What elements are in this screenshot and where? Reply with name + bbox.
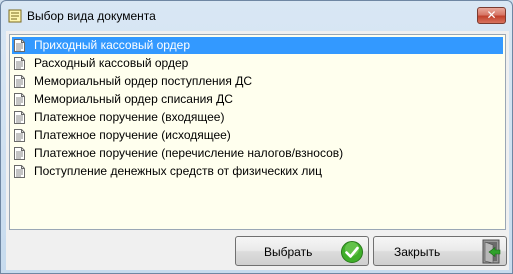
- document-list-icon: [8, 9, 22, 23]
- document-type-list[interactable]: Приходный кассовый ордер Расходный кассов…: [9, 34, 506, 230]
- list-item[interactable]: Расходный кассовый ордер: [12, 55, 503, 72]
- list-item-label: Поступление денежных средств от физическ…: [34, 164, 322, 178]
- dialog-body: Приходный кассовый ордер Расходный кассов…: [6, 31, 509, 270]
- checkmark-icon: [340, 240, 364, 267]
- document-icon: [14, 111, 25, 124]
- list-item[interactable]: Мемориальный ордер списания ДС: [12, 91, 503, 108]
- list-item[interactable]: Мемориальный ордер поступления ДС: [12, 73, 503, 90]
- list-item[interactable]: Платежное поручение (перечисление налого…: [12, 145, 503, 162]
- list-item-label: Платежное поручение (исходящее): [34, 128, 231, 142]
- document-icon: [14, 39, 25, 52]
- window-title: Выбор вида документа: [27, 9, 156, 23]
- close-button[interactable]: Закрыть: [373, 236, 507, 266]
- exit-door-icon: [480, 239, 502, 267]
- document-icon: [14, 165, 25, 178]
- list-item[interactable]: Платежное поручение (входящее): [12, 109, 503, 126]
- close-button-label: Закрыть: [394, 245, 441, 259]
- list-item[interactable]: Приходный кассовый ордер: [12, 37, 503, 54]
- dialog-window: Выбор вида документа ✕ Приходный кассовы…: [0, 0, 513, 274]
- list-item-label: Платежное поручение (перечисление налого…: [34, 146, 344, 160]
- select-button-label: Выбрать: [264, 245, 313, 259]
- list-item-label: Мемориальный ордер списания ДС: [34, 92, 233, 106]
- document-icon: [14, 57, 25, 70]
- select-button[interactable]: Выбрать: [235, 236, 369, 266]
- title-bar[interactable]: Выбор вида документа ✕: [1, 1, 512, 31]
- document-icon: [14, 147, 25, 160]
- window-close-button[interactable]: ✕: [477, 7, 506, 24]
- list-item[interactable]: Платежное поручение (исходящее): [12, 127, 503, 144]
- list-item-label: Мемориальный ордер поступления ДС: [34, 74, 253, 88]
- list-item-label: Платежное поручение (входящее): [34, 110, 225, 124]
- list-item-label: Приходный кассовый ордер: [34, 38, 191, 52]
- document-icon: [14, 75, 25, 88]
- document-icon: [14, 129, 25, 142]
- document-icon: [14, 93, 25, 106]
- list-item-label: Расходный кассовый ордер: [34, 56, 189, 70]
- list-item[interactable]: Поступление денежных средств от физическ…: [12, 163, 503, 180]
